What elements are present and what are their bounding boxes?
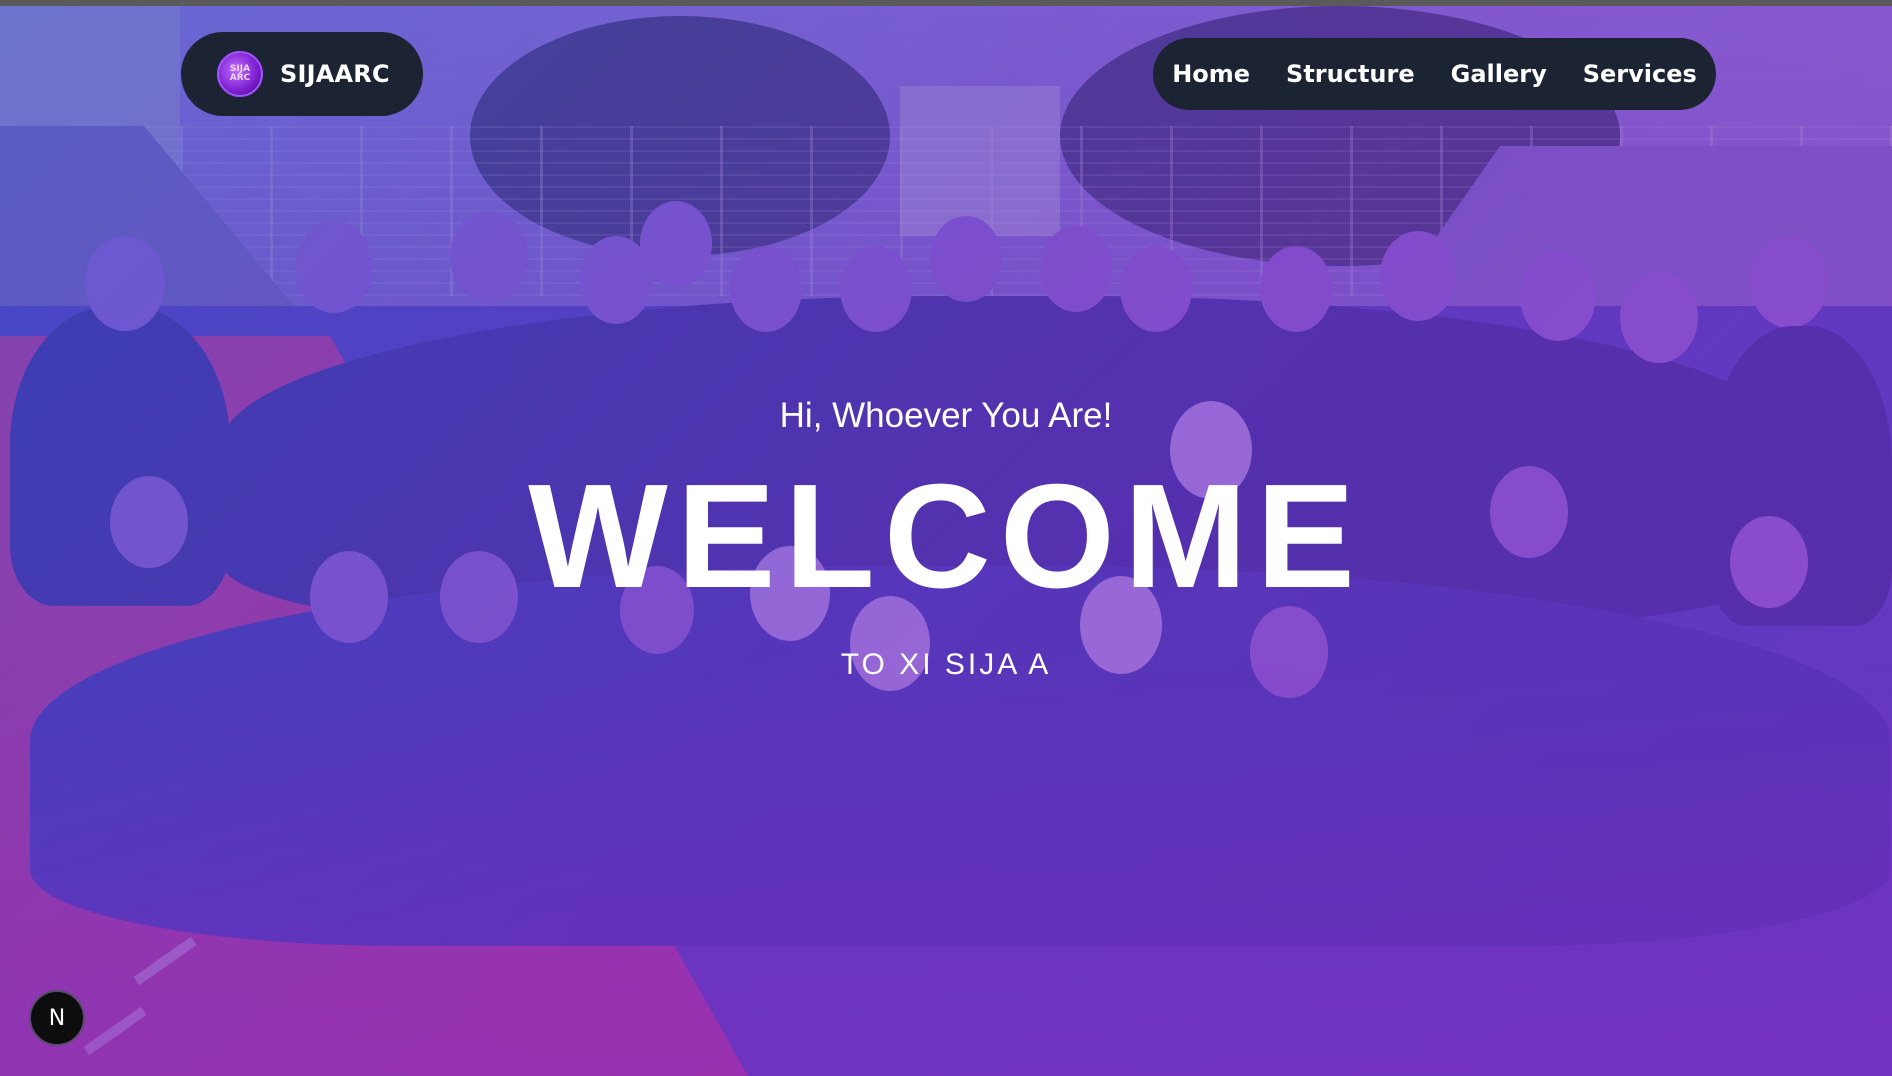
nav-link-structure[interactable]: Structure <box>1286 60 1415 88</box>
browser-top-strip <box>0 0 1892 6</box>
brand-name: SIJAARC <box>280 60 390 88</box>
brand-pill[interactable]: SIJA ARC SIJAARC <box>181 32 423 116</box>
dev-indicator-label: N <box>48 1005 66 1031</box>
nav-link-services[interactable]: Services <box>1583 60 1697 88</box>
main-navigation: Home Structure Gallery Services <box>1153 38 1716 110</box>
nav-link-home[interactable]: Home <box>1172 60 1250 88</box>
hero-greeting: Hi, Whoever You Are! <box>779 396 1113 435</box>
nav-link-gallery[interactable]: Gallery <box>1451 60 1547 88</box>
hero-subline: TO XI SIJA A <box>840 648 1052 681</box>
brand-logo-icon: SIJA ARC <box>217 51 263 97</box>
hero-headline: WELCOME <box>528 454 1364 619</box>
hero-bottom-gradient <box>0 656 1892 1076</box>
nextjs-dev-indicator-icon[interactable]: N <box>29 990 85 1046</box>
